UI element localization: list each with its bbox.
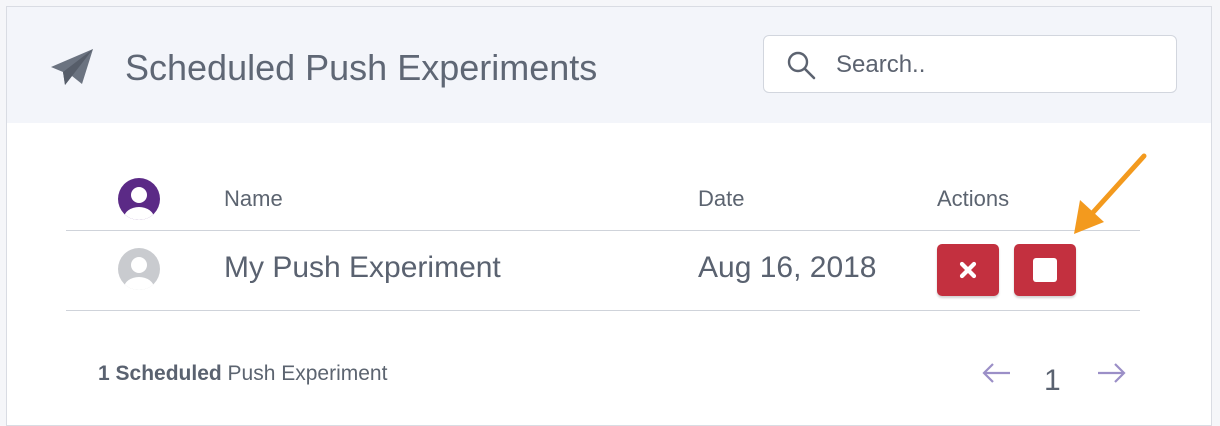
experiment-name[interactable]: My Push Experiment [224,251,501,285]
search-box[interactable] [763,35,1177,93]
user-avatar-icon [118,248,160,290]
search-icon [787,51,816,80]
delete-x-icon [959,261,977,279]
prev-page-arrow-icon[interactable] [980,358,1014,388]
table-header-row: Name Date Actions [66,160,1140,231]
experiment-count-bold: 1 Scheduled [98,362,222,385]
current-page[interactable]: 1 [1044,364,1061,398]
stop-button[interactable] [1014,244,1076,296]
next-page-arrow-icon[interactable] [1094,358,1128,388]
page-title: Scheduled Push Experiments [125,47,598,88]
column-header-actions: Actions [937,186,1010,211]
callout-arrow-icon [1074,153,1147,234]
stop-square-icon [1033,258,1057,282]
paper-plane-icon [51,49,93,85]
experiment-count: 1 Scheduled Push Experiment [98,362,387,386]
search-input[interactable] [834,46,1158,84]
delete-button[interactable] [937,244,999,296]
column-header-date[interactable]: Date [698,186,744,212]
user-avatar-icon [118,178,160,220]
experiment-date: Aug 16, 2018 [698,251,877,284]
panel-header: Scheduled Push Experiments [7,7,1211,123]
table-row: My Push Experiment Aug 16, 2018 [66,231,1140,311]
experiment-count-label: Push Experiment [221,362,388,385]
column-header-name[interactable]: Name [224,186,283,212]
